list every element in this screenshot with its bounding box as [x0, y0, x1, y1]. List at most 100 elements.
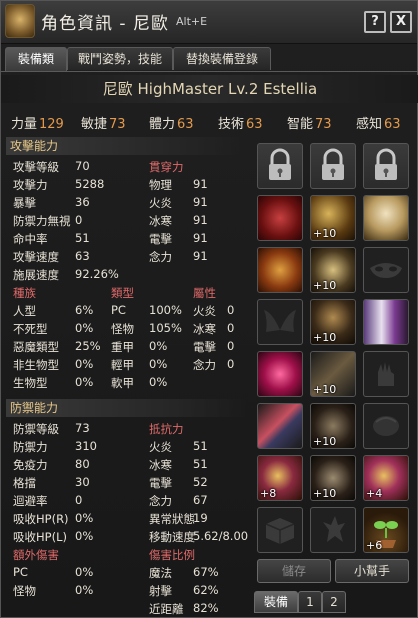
equip-slot-armor[interactable]: +10 [310, 299, 356, 345]
equip-slot-spirit-empty[interactable] [310, 507, 356, 553]
help-button[interactable]: ? [364, 11, 386, 33]
defense-section-header: 防禦能力 [6, 399, 246, 417]
mask-empty-icon [364, 248, 408, 292]
close-button[interactable]: X [390, 11, 412, 33]
resist-status-value: 19 [193, 511, 208, 525]
elem-lightning-value: 0 [227, 339, 235, 353]
pen-psychic-label: 念力 [149, 250, 172, 264]
enhance-level: +10 [313, 279, 337, 292]
shield-empty-icon [364, 404, 408, 448]
lock-icon [311, 144, 355, 188]
evasion-label: 迴避率 [13, 494, 48, 508]
enhance-level: +10 [313, 435, 337, 448]
attack-power-value: 5288 [75, 177, 105, 191]
tab-equipment[interactable]: 裝備類 [5, 47, 67, 71]
equip-slot-boots[interactable]: +10 [310, 455, 356, 501]
race-demon-label: 惡魔類型 [13, 340, 59, 354]
resist-lightning-value: 52 [193, 475, 208, 489]
critical-value: 36 [75, 195, 90, 209]
equip-slot-locked-slot[interactable] [363, 143, 409, 189]
equip-slot-earring-left[interactable]: +10 [310, 195, 356, 241]
equip-slot-emblem[interactable] [257, 195, 303, 241]
lock-icon [258, 144, 302, 188]
wings-empty-icon [258, 300, 302, 344]
hit-rate-label: 命中率 [13, 232, 48, 246]
equip-slot-mask-empty[interactable] [363, 247, 409, 293]
elem-fire-label: 火炎 [193, 304, 216, 318]
ratio-melee-value: 82% [193, 601, 219, 615]
helper-button[interactable]: 小幫手 [335, 559, 409, 583]
race-creature-value: 0% [75, 375, 94, 389]
race-header: 種族 [13, 286, 36, 300]
enhance-level: +10 [313, 383, 337, 396]
equip-slot-locked-slot[interactable] [310, 143, 356, 189]
equip-slot-sword[interactable] [257, 403, 303, 449]
ratio-magic-label: 魔法 [149, 566, 172, 580]
race-undead-value: 0% [75, 321, 94, 335]
defense-power-label: 防禦力 [13, 440, 48, 454]
elem-ice-label: 冰寒 [193, 322, 216, 336]
equip-slot-pet-sprout[interactable]: +6 [363, 507, 409, 553]
attack-speed-value: 63 [75, 249, 90, 263]
penetration-header: 貫穿力 [149, 160, 184, 174]
equip-slot-gloves-empty[interactable] [363, 351, 409, 397]
equip-slot-amulet[interactable] [257, 247, 303, 293]
bottom-tab-equip[interactable]: 裝備 [254, 591, 298, 613]
tab-combat-skills[interactable]: 戰鬥姿勢，技能 [67, 47, 173, 70]
defense-power-value: 310 [75, 439, 97, 453]
cast-speed-label: 施展速度 [13, 268, 59, 282]
tab-equipment-swap[interactable]: 替換裝備登錄 [173, 47, 271, 70]
extra-pc-label: PC [13, 565, 28, 579]
resist-ice-value: 51 [193, 457, 208, 471]
type-header: 類型 [111, 286, 134, 300]
equip-slot-costume[interactable] [363, 299, 409, 345]
absorb-hp-r-value: 0% [75, 511, 94, 525]
absorb-hp-l-label: 吸收HP(L) [13, 530, 67, 544]
elem-fire-value: 0 [227, 303, 235, 317]
ratio-ranged-value: 62% [193, 583, 219, 597]
move-speed-label: 移動速度 [149, 530, 195, 544]
belt-empty-icon [258, 508, 302, 552]
attr-con: 體力 63 [149, 117, 194, 132]
equip-slot-weapon-right[interactable] [257, 351, 303, 397]
resist-psychic-value: 67 [193, 493, 208, 507]
race-demon-value: 25% [75, 339, 101, 353]
race-nonliving-label: 非生物型 [13, 358, 59, 372]
enhance-level: +6 [366, 539, 383, 552]
resist-psychic-label: 念力 [149, 494, 172, 508]
equip-slot-gauntlet[interactable]: +10 [310, 403, 356, 449]
enhance-level: +10 [313, 331, 337, 344]
ignore-def-label: 防禦力無視 [13, 214, 71, 228]
equip-slot-locked-slot[interactable] [257, 143, 303, 189]
type-monster-value: 105% [149, 321, 182, 335]
race-nonliving-value: 0% [75, 357, 94, 371]
save-button[interactable]: 儲存 [257, 559, 331, 583]
attack-speed-label: 攻擊速度 [13, 250, 59, 264]
equip-slot-belt-empty[interactable] [257, 507, 303, 553]
equip-slot-shield-empty[interactable] [363, 403, 409, 449]
race-undead-label: 不死型 [13, 322, 48, 336]
equip-slot-ring-right[interactable]: +4 [363, 455, 409, 501]
attack-power-label: 攻擊力 [13, 178, 48, 192]
defense-level-value: 73 [75, 421, 90, 435]
equip-slot-weapon-main[interactable]: +10 [310, 351, 356, 397]
bottom-tab-1[interactable]: 1 [298, 591, 322, 613]
gloves-empty-icon [364, 352, 408, 396]
equip-slot-headgear[interactable] [363, 195, 409, 241]
ratio-magic-value: 67% [193, 565, 219, 579]
equip-slot-ring-left[interactable]: +8 [257, 455, 303, 501]
ratio-melee-label: 近距離 [149, 602, 184, 616]
title-bar[interactable]: 角色資訊 - 尼歐 Alt+E ? X [1, 1, 417, 44]
bottom-tab-2[interactable]: 2 [322, 591, 346, 613]
pen-physical-value: 91 [193, 177, 208, 191]
window-title: 角色資訊 - 尼歐 [41, 14, 169, 34]
resist-fire-label: 火炎 [149, 440, 172, 454]
pen-lightning-label: 電擊 [149, 232, 172, 246]
equip-slot-wings-empty[interactable] [257, 299, 303, 345]
race-human-label: 人型 [13, 304, 36, 318]
attribute-bar: 力量 129 敏捷 73 體力 63 技術 63 智能 73 感知 63 [1, 113, 418, 135]
extra-damage-header: 額外傷害 [13, 548, 59, 562]
pen-fire-label: 火炎 [149, 196, 172, 210]
character-portrait-icon [5, 4, 35, 38]
equip-slot-necklace[interactable]: +10 [310, 247, 356, 293]
